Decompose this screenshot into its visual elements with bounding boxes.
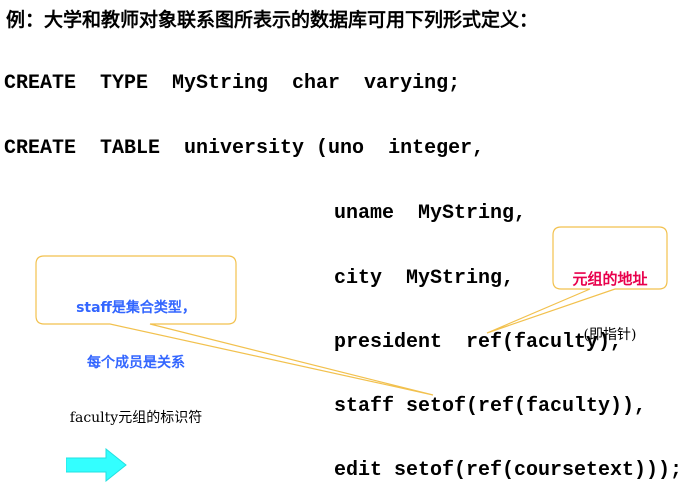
callout-left-line-1: staff是集合类型， [76, 300, 196, 316]
code-line-city: city MyString, [334, 267, 515, 290]
callout-left-line-2: 每个成员是关系 [87, 355, 185, 371]
callout-right: 元组的地址 (即指针) [555, 232, 665, 363]
code-line-create-type: CREATE TYPE MyString char varying; [4, 72, 461, 95]
callout-left: staff是集合类型， 每个成员是关系 faculty元组的标识符 [40, 262, 232, 446]
right-arrow-icon [66, 448, 127, 482]
code-line-edit: edit setof(ref(coursetext))); [334, 459, 683, 482]
callout-left-line-3: faculty元组的标识符 [69, 410, 203, 426]
code-line-staff: staff setof(ref(faculty)), [334, 395, 647, 418]
callout-right-line-2: (即指针) [583, 327, 637, 343]
page-heading: 例：大学和教师对象联系图所表示的数据库可用下列形式定义： [6, 9, 539, 31]
code-line-uname: uname MyString, [334, 202, 527, 225]
callout-right-line-1: 元组的地址 [572, 270, 648, 288]
code-line-create-table: CREATE TABLE university (uno integer, [4, 137, 485, 160]
